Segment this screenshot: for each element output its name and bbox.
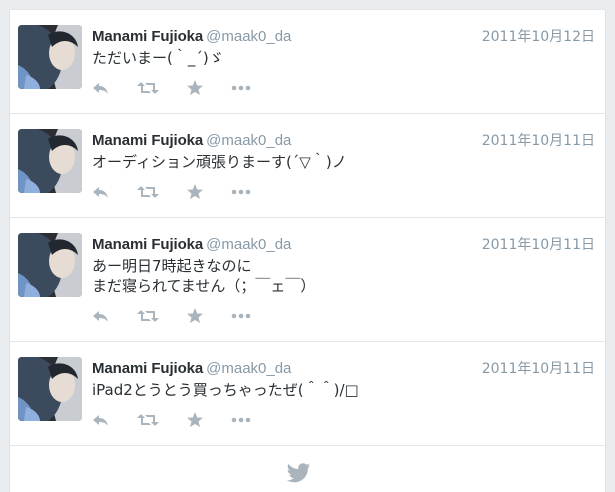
tweet-actions: [92, 78, 292, 98]
username[interactable]: @maak0_da: [206, 360, 291, 377]
tweet-actions: [92, 410, 292, 430]
tweet-header: Manami Fujioka @maak0_da 2011年10月11日: [92, 358, 595, 378]
timestamp[interactable]: 2011年10月11日: [482, 234, 595, 254]
display-name[interactable]: Manami Fujioka: [92, 28, 203, 45]
username[interactable]: @maak0_da: [206, 236, 291, 253]
tweet-actions: [92, 306, 292, 326]
tweet[interactable]: Manami Fujioka @maak0_da 2011年10月11日 iPad…: [10, 342, 605, 446]
tweet[interactable]: Manami Fujioka @maak0_da 2011年10月12日 ただいま…: [10, 10, 605, 114]
avatar[interactable]: [18, 129, 82, 193]
timestamp[interactable]: 2011年10月12日: [482, 26, 595, 46]
timestamp[interactable]: 2011年10月11日: [482, 130, 595, 150]
more-icon[interactable]: [230, 410, 254, 430]
tweet-actions: [92, 182, 292, 202]
username[interactable]: @maak0_da: [206, 28, 291, 45]
timestamp[interactable]: 2011年10月11日: [482, 358, 595, 378]
tweet-header: Manami Fujioka @maak0_da 2011年10月11日: [92, 234, 595, 254]
display-name[interactable]: Manami Fujioka: [92, 236, 203, 253]
star-icon[interactable]: [186, 78, 210, 98]
more-icon[interactable]: [230, 306, 254, 326]
avatar[interactable]: [18, 233, 82, 297]
tweet-text: ただいまー(｀_´)ゞ: [92, 49, 224, 67]
display-name[interactable]: Manami Fujioka: [92, 360, 203, 377]
retweet-icon[interactable]: [137, 78, 161, 98]
tweet-header: Manami Fujioka @maak0_da 2011年10月12日: [92, 26, 595, 46]
reply-icon[interactable]: [92, 182, 116, 202]
reply-icon[interactable]: [92, 306, 116, 326]
reply-icon[interactable]: [92, 78, 116, 98]
retweet-icon[interactable]: [137, 306, 161, 326]
more-icon[interactable]: [230, 182, 254, 202]
display-name[interactable]: Manami Fujioka: [92, 132, 203, 149]
tweet-header: Manami Fujioka @maak0_da 2011年10月11日: [92, 130, 595, 150]
avatar[interactable]: [18, 25, 82, 89]
avatar[interactable]: [18, 357, 82, 421]
tweet-text: オーディション頑張りまーす(´▽｀)ノ: [92, 153, 347, 171]
tweet-text: あー明日7時起きなのに まだ寝られてません（；￣ェ￣）: [92, 257, 316, 295]
username[interactable]: @maak0_da: [206, 132, 291, 149]
tweet[interactable]: Manami Fujioka @maak0_da 2011年10月11日 あー明日…: [10, 218, 605, 342]
tweet-text: iPad2とうとう買っちゃったぜ(＾＾)/□: [92, 381, 359, 399]
more-icon[interactable]: [230, 78, 254, 98]
star-icon[interactable]: [186, 306, 210, 326]
star-icon[interactable]: [186, 182, 210, 202]
star-icon[interactable]: [186, 410, 210, 430]
tweet-timeline: Manami Fujioka @maak0_da 2011年10月12日 ただいま…: [9, 9, 606, 492]
tweet[interactable]: Manami Fujioka @maak0_da 2011年10月11日 オーディ…: [10, 114, 605, 218]
retweet-icon[interactable]: [137, 410, 161, 430]
retweet-icon[interactable]: [137, 182, 161, 202]
reply-icon[interactable]: [92, 410, 116, 430]
twitter-bird-icon: [286, 463, 311, 483]
